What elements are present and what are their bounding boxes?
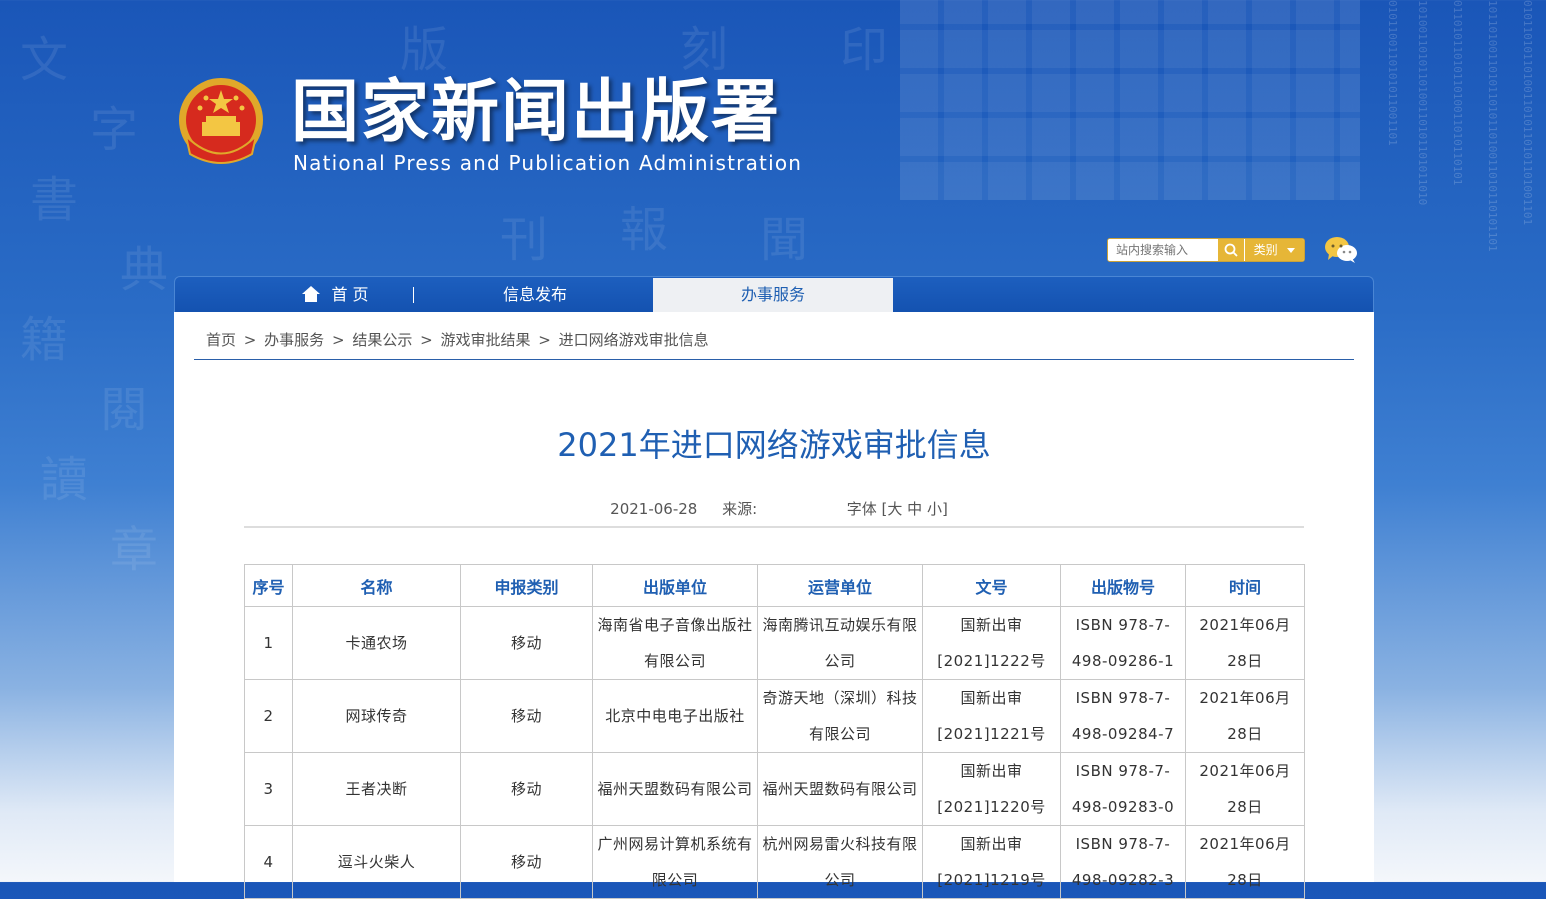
breadcrumb-sep: > [420,331,433,349]
cell-isbn: ISBN 978-7-498-09283-0 [1060,752,1186,826]
national-emblem-icon[interactable] [176,76,266,168]
font-size-medium[interactable]: 中 [907,500,922,518]
cell-publisher: 海南省电子音像出版社有限公司 [592,606,758,680]
cell-publisher: 北京中电电子出版社 [592,679,758,753]
table-row: 4 逗斗火柴人 移动 广州网易计算机系统有限公司 杭州网易雷火科技有限公司 国新… [244,825,1305,899]
cell-publisher: 广州网易计算机系统有限公司 [592,825,758,899]
cell-doc-number: 国新出审[2021]1220号 [922,752,1061,826]
nav-divider [413,287,414,303]
binary-decoration: 0101100110101011001101 [1386,0,1399,146]
cell-date: 2021年06月28日 [1185,679,1305,753]
background-grid-panel [900,0,1360,200]
cell-index: 2 [244,679,293,753]
wechat-icon[interactable] [1324,236,1358,264]
home-icon [302,285,321,302]
binary-decoration: 0101101011010011010110101101001101 [1521,0,1534,226]
binary-decoration: 10110100110101101011010011010110101101 [1486,0,1499,252]
header-publisher: 出版单位 [592,564,758,607]
cell-category: 移动 [460,752,593,826]
breadcrumb-service[interactable]: 办事服务 [264,331,324,349]
header-operator: 运营单位 [757,564,923,607]
cell-index: 3 [244,752,293,826]
search-input[interactable] [1108,239,1216,261]
cell-isbn: ISBN 978-7-498-09282-3 [1060,825,1186,899]
cell-doc-number: 国新出审[2021]1222号 [922,606,1061,680]
cell-name: 王者决断 [292,752,461,826]
table-row: 3 王者决断 移动 福州天盟数码有限公司 福州天盟数码有限公司 国新出审[202… [244,752,1305,826]
search-button[interactable] [1218,239,1244,261]
breadcrumb-sep: > [331,331,345,349]
cell-date: 2021年06月28日 [1185,752,1305,826]
cell-name: 逗斗火柴人 [292,825,461,899]
cell-operator: 杭州网易雷火科技有限公司 [757,825,923,899]
header-doc-number: 文号 [922,564,1061,607]
font-size-close: ] [941,500,948,518]
font-size-large[interactable]: 大 [887,500,902,518]
approval-table: 序号 名称 申报类别 出版单位 运营单位 文号 出版物号 时间 1 卡通农场 移… [244,564,1305,899]
font-size-label: 字体 [ [846,500,888,518]
category-label: 类别 [1253,243,1278,257]
table-row: 2 网球传奇 移动 北京中电电子出版社 奇游天地（深圳）科技有限公司 国新出审[… [244,679,1305,753]
header-date: 时间 [1185,564,1305,607]
breadcrumb-sep: > [538,331,551,349]
header-name: 名称 [292,564,461,607]
site-subtitle: National Press and Publication Administr… [293,151,803,175]
cell-doc-number: 国新出审[2021]1221号 [922,679,1061,753]
nav-info-release[interactable]: 信息发布 [475,277,595,313]
content-panel: 首页 > 办事服务 > 结果公示 > 游戏审批结果 > 进口网络游戏审批信息 2… [174,312,1374,899]
article-title: 2021年进口网络游戏审批信息 [557,426,991,464]
cell-isbn: ISBN 978-7-498-09284-7 [1060,679,1186,753]
nav-home-label: 首 页 [331,285,369,304]
table-row: 1 卡通农场 移动 海南省电子音像出版社有限公司 海南腾讯互动娱乐有限公司 国新… [244,606,1305,680]
breadcrumb-current[interactable]: 进口网络游戏审批信息 [559,331,709,349]
cell-name: 卡通农场 [292,606,461,680]
font-size-small[interactable]: 小 [927,500,942,518]
cell-operator: 海南腾讯互动娱乐有限公司 [757,606,923,680]
cell-isbn: ISBN 978-7-498-09286-1 [1060,606,1186,680]
cell-index: 4 [244,825,293,899]
nav-office-service[interactable]: 办事服务 [653,278,893,312]
table-header-row: 序号 名称 申报类别 出版单位 运营单位 文号 出版物号 时间 [244,564,1305,607]
header-isbn: 出版物号 [1060,564,1186,607]
breadcrumb-sep: > [243,331,257,349]
site-search: 类别 [1107,238,1305,262]
cell-date: 2021年06月28日 [1185,825,1305,899]
breadcrumb-divider [194,359,1354,360]
breadcrumb-home[interactable]: 首页 [206,331,236,349]
binary-decoration: 1010011010110100110101101011010 [1416,0,1429,206]
meta-divider [244,526,1304,528]
main-navigation: 首 页 信息发布 办事服务 [174,276,1374,312]
article-date: 2021-06-28 [610,500,698,518]
site-title[interactable]: 国家新闻出版署 [291,72,781,152]
dropdown-arrow-icon [1287,248,1296,253]
search-icon [1224,243,1238,257]
header-index: 序号 [244,564,293,607]
breadcrumb-game-approval[interactable]: 游戏审批结果 [440,331,530,349]
cell-publisher: 福州天盟数码有限公司 [592,752,758,826]
cell-index: 1 [244,606,293,680]
article-source-label: 来源: [722,500,758,518]
cell-category: 移动 [460,606,593,680]
article-meta: 2021-06-28 来源: 字体 [大 中 小] [174,498,1374,519]
breadcrumb: 首页 > 办事服务 > 结果公示 > 游戏审批结果 > 进口网络游戏审批信息 [206,329,712,350]
category-dropdown[interactable]: 类别 [1244,239,1304,261]
cell-operator: 奇游天地（深圳）科技有限公司 [757,679,923,753]
header-category: 申报类别 [460,564,593,607]
cell-operator: 福州天盟数码有限公司 [757,752,923,826]
breadcrumb-results[interactable]: 结果公示 [352,331,412,349]
cell-category: 移动 [460,679,593,753]
cell-name: 网球传奇 [292,679,461,753]
binary-decoration: 0110101101011010011010110101 [1451,0,1464,186]
cell-doc-number: 国新出审[2021]1219号 [922,825,1061,899]
cell-date: 2021年06月28日 [1185,606,1305,680]
nav-home[interactable]: 首 页 [255,277,415,313]
cell-category: 移动 [460,825,593,899]
